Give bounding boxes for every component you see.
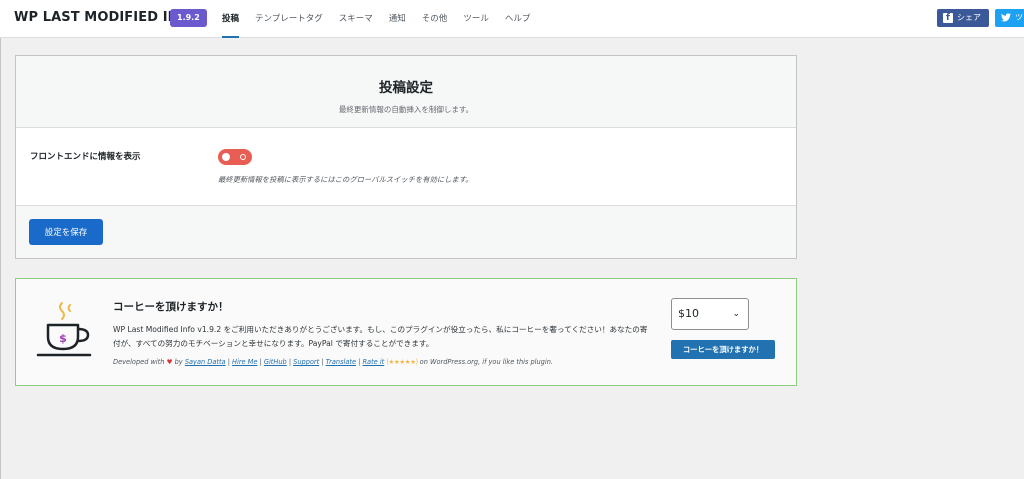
tab-help[interactable]: ヘルプ [497, 0, 539, 38]
main-nav: 投稿 テンプレートタグ スキーマ 通知 その他 ツール ヘルプ [214, 0, 538, 38]
github-link[interactable]: GitHub [264, 358, 287, 366]
hire-me-link[interactable]: Hire Me [232, 358, 257, 366]
page-title: 投稿設定 [379, 80, 433, 96]
donate-button[interactable]: コーヒーを頂けますか！ [671, 340, 775, 359]
card-header: 投稿設定 最終更新情報の自動挿入を制御します。 [16, 56, 796, 128]
rating-stars-icon: (★★★★★) [386, 358, 418, 366]
tab-schema[interactable]: スキーマ [331, 0, 381, 38]
svg-text:$: $ [59, 332, 67, 345]
author-link[interactable]: Sayan Datta [185, 358, 226, 366]
tab-posts[interactable]: 投稿 [214, 0, 247, 38]
frontend-display-description: 最終更新情報を投稿に表示するにはこのグローバルスイッチを有効にします。 [218, 175, 473, 184]
rate-it-link[interactable]: Rate it [362, 358, 384, 366]
twitter-icon [1001, 13, 1011, 23]
coffee-cup-icon: $ [36, 302, 92, 357]
donation-message: WP Last Modified Info v1.9.2 をご利用いただきありが… [113, 325, 648, 348]
frontend-display-label: フロントエンドに情報を表示 [30, 152, 141, 162]
facebook-icon: f [943, 13, 953, 23]
toggle-off-indicator-icon [240, 154, 246, 160]
page-subtitle: 最終更新情報の自動挿入を制御します。 [338, 105, 474, 114]
credits-suffix: on WordPress.org, if you like this plugi… [419, 358, 553, 366]
selected-amount: $10 [678, 307, 699, 320]
version-badge: 1.9.2 [170, 9, 207, 27]
credits-prefix: Developed with [113, 358, 165, 366]
facebook-share-label: シェア [957, 13, 981, 22]
credits-by: by [174, 358, 183, 366]
settings-row: フロントエンドに情報を表示 最終更新情報を投稿に表示するにはこのグローバルスイッ… [16, 128, 796, 206]
donation-title: コーヒーを頂けますか！ [113, 301, 229, 313]
support-link[interactable]: Support [293, 358, 319, 366]
frontend-display-toggle[interactable] [218, 149, 252, 165]
chevron-down-icon: ⌄ [732, 309, 740, 319]
donation-box: $ コーヒーを頂けますか！ WP Last Modified Info v1.9… [15, 278, 797, 386]
translate-link[interactable]: Translate [326, 358, 356, 366]
tab-template-tags[interactable]: テンプレートタグ [247, 0, 331, 38]
tab-notifications[interactable]: 通知 [381, 0, 414, 38]
save-settings-button[interactable]: 設定を保存 [29, 219, 103, 245]
twitter-share-label: ツ [1015, 13, 1023, 22]
heart-icon: ♥ [166, 358, 173, 366]
left-edge-divider [0, 38, 1, 479]
tab-misc[interactable]: その他 [414, 0, 456, 38]
toggle-knob [222, 153, 230, 161]
facebook-share-button[interactable]: f シェア [937, 9, 989, 27]
twitter-share-button[interactable]: ツ [995, 9, 1024, 27]
tab-tools[interactable]: ツール [455, 0, 497, 38]
post-settings-card: 投稿設定 最終更新情報の自動挿入を制御します。 フロントエンドに情報を表示 最終… [15, 55, 797, 259]
developer-credits: Developed with ♥ by Sayan Datta | Hire M… [113, 358, 553, 366]
top-bar: WP LAST MODIFIED INFO 1.9.2 投稿 テンプレートタグ … [0, 0, 1024, 38]
donation-amount-select[interactable]: $10 ⌄ [671, 298, 749, 330]
